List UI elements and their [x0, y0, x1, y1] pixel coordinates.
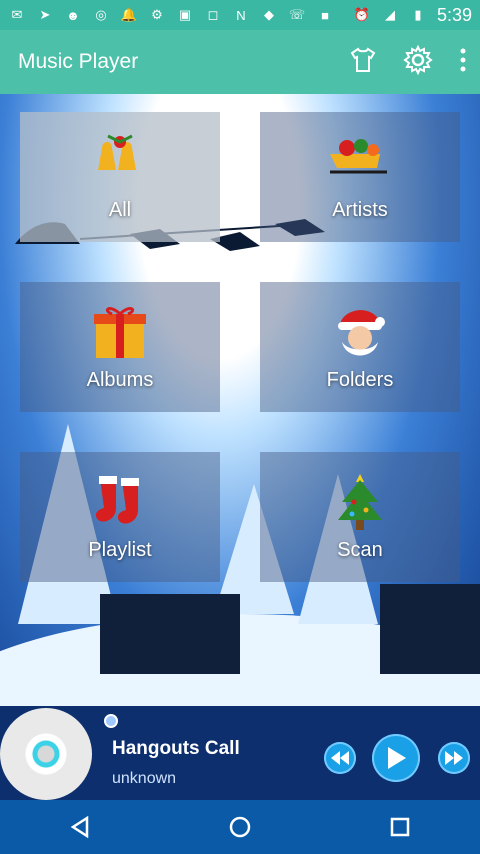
tile-label: Artists: [332, 199, 388, 221]
gallery-icon: ▣: [178, 7, 192, 22]
app-bar: Music Player: [0, 30, 480, 94]
santa-icon: [332, 302, 388, 367]
whatsapp-icon: ☏: [288, 7, 306, 22]
system-nav-bar: [0, 800, 480, 854]
back-button[interactable]: [60, 807, 100, 847]
bell-icon: 🔔: [120, 7, 138, 22]
n-icon: N: [236, 7, 246, 23]
rewind-icon: [331, 751, 349, 765]
gear-icon[interactable]: [402, 44, 434, 81]
tile-label: Scan: [337, 539, 383, 561]
clock: 5:39: [436, 4, 472, 25]
tile-label: Playlist: [88, 539, 152, 561]
tile-playlist[interactable]: Playlist: [20, 452, 220, 582]
gift-icon: [90, 302, 150, 367]
chrome-icon: ◎: [95, 7, 107, 22]
recents-button[interactable]: [380, 807, 420, 847]
send-icon: ➤: [39, 7, 51, 22]
fast-forward-button[interactable]: [438, 742, 470, 774]
status-bar: ✉ ➤ ☻ ◎ 🔔 ⚙ ▣ ◻ N ◆ ☏ ■ ⏰ ◢ ▮ 5:39: [0, 0, 480, 30]
status-icons-left: ✉ ➤ ☻ ◎ 🔔 ⚙ ▣ ◻ N ◆ ☏ ■: [0, 7, 334, 23]
bells-icon: [90, 132, 150, 193]
house: [380, 584, 480, 674]
now-playing-artist: unknown: [112, 770, 177, 787]
cd-icon[interactable]: [0, 708, 92, 800]
stockings-icon: [90, 472, 150, 537]
recents-icon: [390, 817, 410, 837]
tile-all[interactable]: All: [20, 112, 220, 242]
now-playing-title[interactable]: Hangouts Call: [112, 738, 240, 760]
tshirt-icon[interactable]: [348, 45, 378, 80]
tile-folders[interactable]: Folders: [260, 282, 460, 412]
christmas-tree-icon: [334, 472, 386, 541]
play-button[interactable]: [372, 734, 420, 782]
tile-scan[interactable]: Scan: [260, 452, 460, 582]
home-button[interactable]: [220, 807, 260, 847]
indicator-dot: [104, 714, 118, 728]
alarm-icon: ⏰: [353, 7, 371, 22]
battery-icon: ▮: [414, 7, 422, 22]
rewind-button[interactable]: [324, 742, 356, 774]
tile-label: Albums: [86, 369, 154, 391]
settings-icon: ⚙: [151, 7, 163, 22]
tile-albums[interactable]: Albums: [20, 282, 220, 412]
app-actions: [348, 44, 480, 81]
home-icon: [229, 816, 251, 838]
signal-icon: ◢: [384, 7, 395, 22]
notification-icon: ◻: [207, 7, 219, 22]
wechat-icon: ☻: [66, 7, 80, 23]
square-icon: ■: [321, 7, 329, 23]
tile-label: Folders: [326, 369, 394, 391]
back-icon: [70, 816, 89, 838]
tile-label: All: [108, 199, 132, 221]
now-playing-bar: Hangouts Call unknown: [0, 706, 480, 800]
app-title: Music Player: [18, 50, 139, 73]
more-vert-icon[interactable]: [458, 46, 468, 79]
sleigh-icon: [325, 132, 395, 187]
play-icon: [388, 747, 406, 769]
tile-artists[interactable]: Artists: [260, 112, 460, 242]
shield-icon: ◆: [264, 7, 274, 22]
house: [100, 594, 240, 674]
status-icons-right: ⏰ ◢ ▮ 5:39: [353, 5, 480, 26]
chat-icon: ✉: [11, 7, 23, 22]
fast-forward-icon: [445, 751, 463, 765]
